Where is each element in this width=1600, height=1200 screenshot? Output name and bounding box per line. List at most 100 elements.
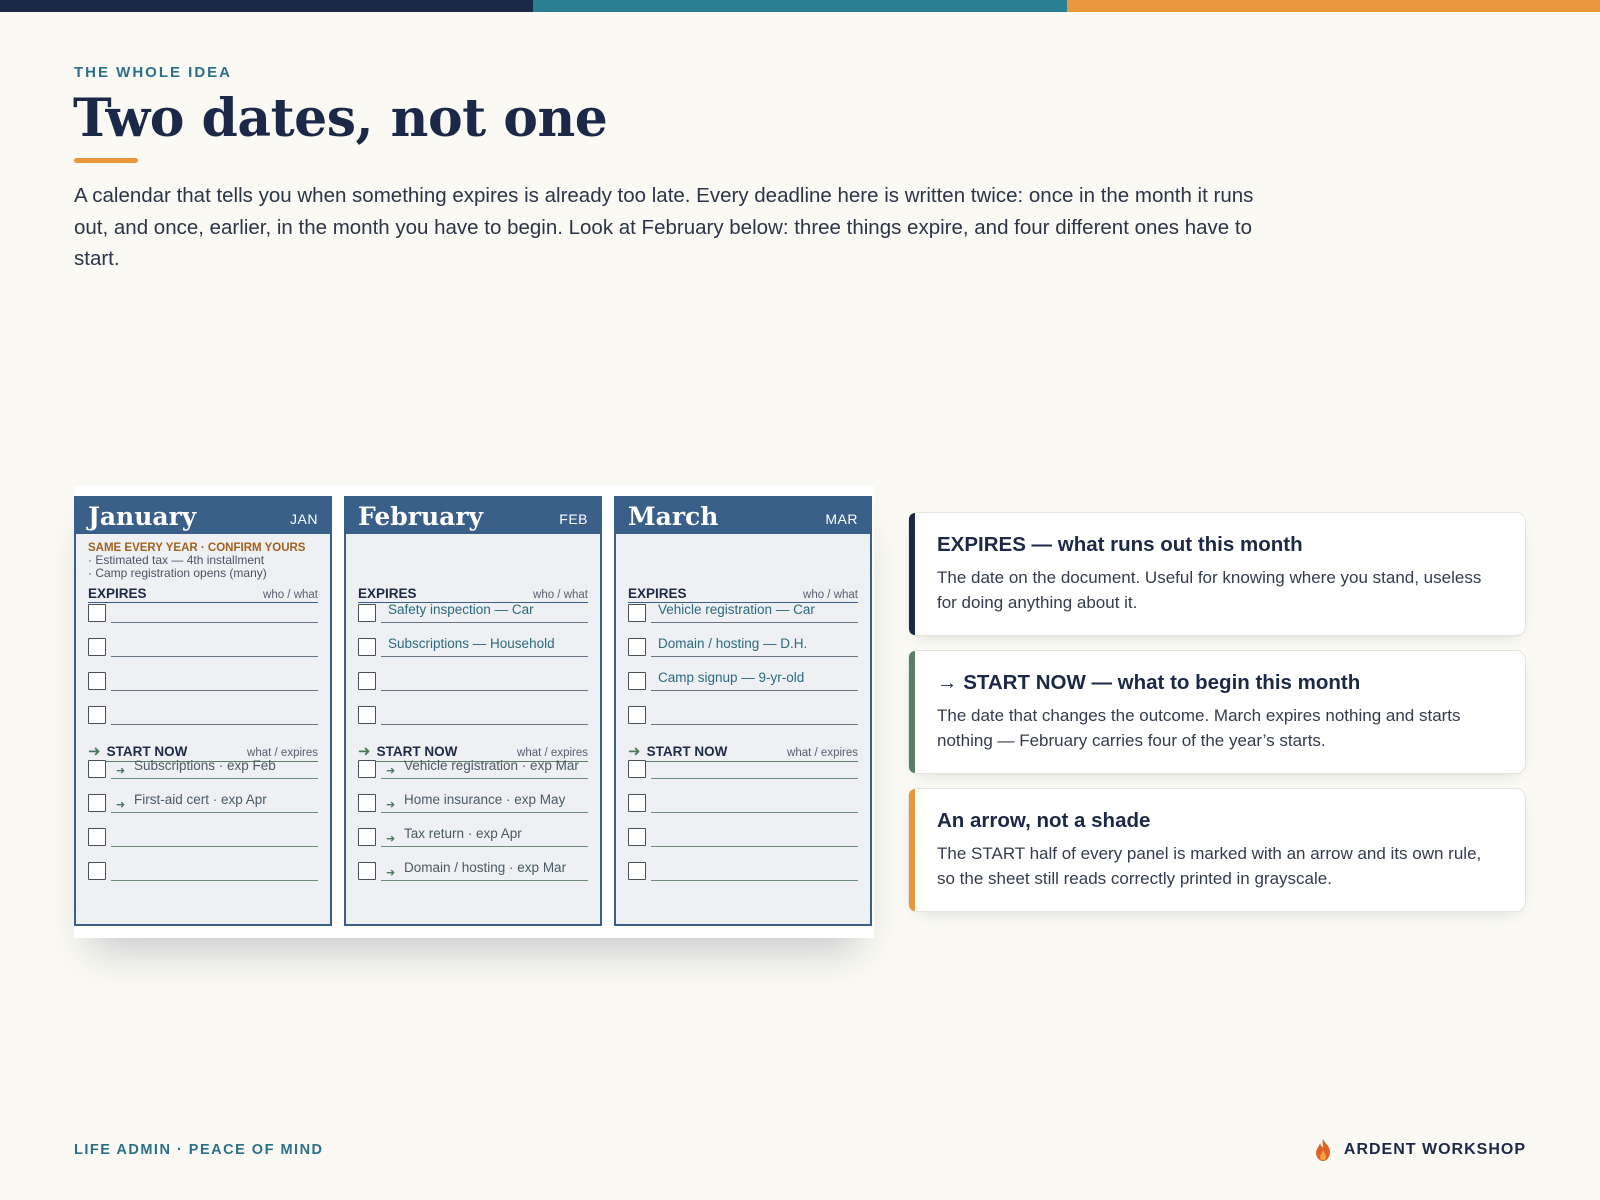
expires-entry: Vehicle registration — Car <box>658 602 815 617</box>
writing-line <box>111 846 318 847</box>
calendar-sheet: January JAN SAME EVERY YEAR · CONFIRM YOUR… <box>74 486 874 938</box>
expires-checkbox[interactable] <box>88 706 106 724</box>
start-checkbox[interactable] <box>358 862 376 880</box>
expires-row: Camp signup — 9-yr-old <box>628 670 858 692</box>
start-row <box>628 828 858 848</box>
recurring-note: SAME EVERY YEAR · CONFIRM YOURS · Estimat… <box>88 542 320 580</box>
row-arrow-icon: ➜ <box>386 765 396 777</box>
color-bar-navy <box>0 0 534 12</box>
writing-line <box>111 880 318 881</box>
writing-line <box>111 724 318 725</box>
start-row <box>628 862 858 882</box>
writing-line <box>111 690 318 691</box>
start-row: ➜ First-aid cert · exp Apr <box>88 792 318 814</box>
writing-line <box>651 846 858 847</box>
start-checkbox[interactable] <box>358 828 376 846</box>
start-row: ➜ Subscriptions · exp Feb <box>88 758 318 780</box>
start-row: ➜ Home insurance · exp May <box>358 792 588 814</box>
expires-checkbox[interactable] <box>358 706 376 724</box>
writing-line <box>381 622 588 623</box>
expires-row <box>88 604 318 624</box>
writing-line <box>381 778 588 779</box>
expires-entry: Safety inspection — Car <box>388 602 534 617</box>
writing-line <box>651 880 858 881</box>
row-arrow-icon: ➜ <box>386 867 396 879</box>
card-body: The date on the document. Useful for kno… <box>937 568 1482 612</box>
expires-checkbox[interactable] <box>88 672 106 690</box>
card-title: EXPIRES — what runs out this month <box>937 533 1303 556</box>
explanation-cards: EXPIRES — what runs out this month The da… <box>908 512 1526 926</box>
expires-checkbox[interactable] <box>628 604 646 622</box>
start-row <box>88 828 318 848</box>
expires-checkbox[interactable] <box>628 672 646 690</box>
start-checkbox[interactable] <box>88 760 106 778</box>
expires-checkbox[interactable] <box>88 638 106 656</box>
writing-line <box>651 812 858 813</box>
start-label: START NOW <box>646 743 728 759</box>
expires-row <box>628 706 858 726</box>
row-arrow-icon: ➜ <box>386 833 396 845</box>
start-section-header: ➜ START NOW what / expires <box>628 742 858 762</box>
start-label: START NOW <box>376 743 458 759</box>
page-title: Two dates, not one <box>73 88 608 149</box>
card-body: The START half of every panel is marked … <box>937 844 1482 888</box>
expires-label: EXPIRES <box>628 586 687 601</box>
writing-line <box>111 812 318 813</box>
writing-line <box>651 656 858 657</box>
expires-checkbox[interactable] <box>628 706 646 724</box>
expires-row: Subscriptions — Household <box>358 636 588 658</box>
expires-row <box>88 706 318 726</box>
color-bar-orange <box>1066 0 1600 12</box>
panel-header: February FEB <box>346 498 600 534</box>
writing-line <box>651 622 858 623</box>
start-checkbox[interactable] <box>88 862 106 880</box>
panel-month-abbr: JAN <box>290 511 318 527</box>
expires-checkbox[interactable] <box>88 604 106 622</box>
explanation-card: → START NOW — what to begin this month Th… <box>908 650 1526 774</box>
expires-label: EXPIRES <box>358 586 417 601</box>
expires-section-header: EXPIRES who / what <box>628 586 858 603</box>
start-checkbox[interactable] <box>88 794 106 812</box>
row-arrow-icon: ➜ <box>116 765 126 777</box>
expires-checkbox[interactable] <box>358 672 376 690</box>
top-color-bar <box>0 0 1600 12</box>
panel-header: March MAR <box>616 498 870 534</box>
expires-row <box>88 672 318 692</box>
start-checkbox[interactable] <box>628 828 646 846</box>
writing-line <box>111 656 318 657</box>
expires-row: Safety inspection — Car <box>358 602 588 624</box>
expires-hint: who / what <box>533 589 588 601</box>
start-hint: what / expires <box>787 747 858 759</box>
start-entry: Home insurance · exp May <box>404 792 566 807</box>
card-title: → START NOW — what to begin this month <box>937 671 1361 694</box>
expires-row <box>88 638 318 658</box>
start-checkbox[interactable] <box>628 760 646 778</box>
expires-hint: who / what <box>803 589 858 601</box>
writing-line <box>381 846 588 847</box>
expires-checkbox[interactable] <box>358 638 376 656</box>
writing-line <box>381 812 588 813</box>
start-label: START NOW <box>106 743 188 759</box>
row-arrow-icon: ➜ <box>116 799 126 811</box>
writing-line <box>381 724 588 725</box>
expires-checkbox[interactable] <box>358 604 376 622</box>
expires-row <box>358 706 588 726</box>
writing-line <box>111 778 318 779</box>
writing-line <box>381 880 588 881</box>
card-title: An arrow, not a shade <box>937 809 1151 832</box>
expires-entry: Domain / hosting — D.H. <box>658 636 808 651</box>
panel-header: January JAN <box>76 498 330 534</box>
expires-checkbox[interactable] <box>628 638 646 656</box>
start-checkbox[interactable] <box>88 828 106 846</box>
panel-month-name: January <box>88 501 197 531</box>
start-checkbox[interactable] <box>358 794 376 812</box>
start-checkbox[interactable] <box>358 760 376 778</box>
writing-line <box>381 690 588 691</box>
start-checkbox[interactable] <box>628 862 646 880</box>
start-entry: First-aid cert · exp Apr <box>134 792 267 807</box>
expires-entry: Subscriptions — Household <box>388 636 555 651</box>
expires-hint: who / what <box>263 589 318 601</box>
start-checkbox[interactable] <box>628 794 646 812</box>
footer-tagline: LIFE ADMIN · PEACE OF MIND <box>74 1142 324 1158</box>
writing-line <box>381 656 588 657</box>
